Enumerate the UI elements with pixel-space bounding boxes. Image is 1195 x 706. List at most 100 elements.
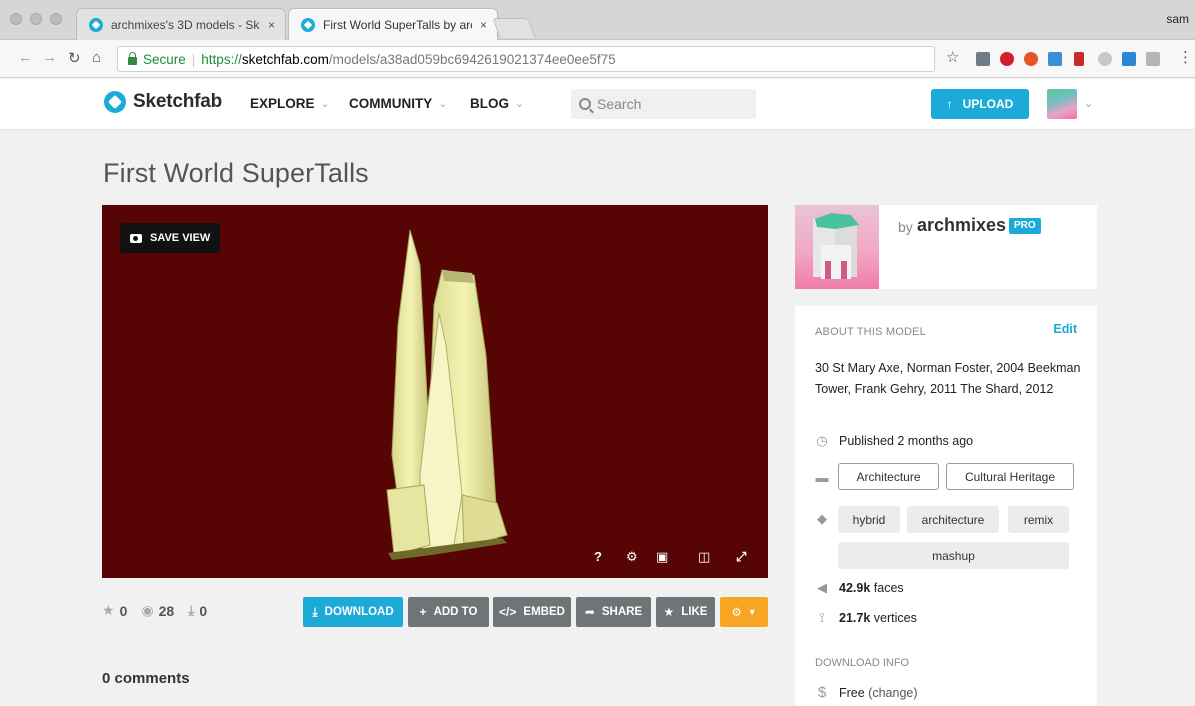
- inspector-icon[interactable]: ◫: [698, 549, 710, 565]
- user-avatar[interactable]: [1047, 89, 1077, 119]
- model-thumbnail[interactable]: [795, 205, 879, 289]
- minimize-window-button[interactable]: [30, 13, 42, 25]
- search-input[interactable]: Search: [571, 89, 756, 119]
- sketchfab-logo[interactable]: Sketchfab: [104, 91, 222, 113]
- tag-mashup[interactable]: mashup: [838, 542, 1069, 569]
- vr-headset-icon[interactable]: ▣: [656, 549, 668, 565]
- download-button[interactable]: ⤓ DOWNLOAD: [303, 597, 403, 627]
- admin-settings-button[interactable]: ⚙ ▼: [720, 597, 768, 627]
- pro-badge: PRO: [1009, 218, 1041, 234]
- lock-icon: [128, 52, 137, 65]
- forward-arrow-icon[interactable]: →: [42, 49, 57, 66]
- upload-button[interactable]: ↑ UPLOAD: [931, 89, 1029, 119]
- site-header: Sketchfab EXPLORE ⌄ COMMUNITY ⌄ BLOG ⌄ S…: [0, 79, 1195, 130]
- chevron-down-icon: ⌄: [515, 98, 525, 110]
- reload-icon[interactable]: ↻: [68, 49, 81, 67]
- back-arrow-icon[interactable]: ←: [18, 49, 33, 66]
- edit-link[interactable]: Edit: [1053, 322, 1077, 336]
- save-view-button[interactable]: SAVE VIEW: [120, 223, 221, 253]
- tag-remix[interactable]: remix: [1008, 506, 1069, 533]
- bars-extension-icon[interactable]: [1074, 52, 1084, 66]
- chrome-menu-icon[interactable]: ⋮: [1178, 48, 1193, 66]
- clock-icon: ◷: [816, 433, 828, 448]
- close-window-button[interactable]: [10, 13, 22, 25]
- vertices-row: ⟟ 21.7k vertices: [815, 610, 917, 626]
- share-arrow-icon: ➦: [584, 605, 595, 619]
- author-name-link[interactable]: archmixes: [917, 215, 1006, 236]
- camera-extension-icon[interactable]: [1146, 52, 1160, 66]
- search-placeholder: Search: [597, 96, 642, 112]
- published-row: ◷ Published 2 months ago: [815, 433, 973, 449]
- category-folder-icon: ▬: [815, 470, 829, 485]
- secure-label: Secure: [143, 51, 186, 67]
- home-icon[interactable]: ⌂: [92, 49, 101, 66]
- faces-row: ◀ 42.9k faces: [815, 580, 904, 596]
- save-view-label: SAVE VIEW: [150, 232, 211, 244]
- opera-extension-icon[interactable]: [1024, 52, 1038, 66]
- logo-text: Sketchfab: [133, 91, 223, 112]
- plus-icon: +: [419, 605, 427, 619]
- browser-profile-name[interactable]: sam: [1166, 12, 1189, 26]
- tab-close-icon[interactable]: ×: [268, 18, 275, 32]
- tag-architecture[interactable]: architecture: [907, 506, 999, 533]
- add-to-label: ADD TO: [433, 606, 478, 618]
- browser-tab-strip: archmixes's 3D models - Sketchfab × Firs…: [0, 0, 1195, 40]
- views-stat: ◉ 28: [141, 602, 174, 619]
- sketchfab-logo-icon: [104, 91, 126, 113]
- likes-count: 0: [119, 602, 128, 619]
- add-to-button[interactable]: + ADD TO: [408, 597, 489, 627]
- author-card: by archmixes PRO: [795, 205, 1097, 289]
- share-label: SHARE: [601, 606, 643, 618]
- like-button[interactable]: ★ LIKE: [656, 597, 715, 627]
- downloads-count: 0: [199, 602, 208, 619]
- browser-tab-supertalls[interactable]: First World SuperTalls by archmixes ×: [288, 8, 498, 40]
- maximize-window-button[interactable]: [50, 13, 62, 25]
- comments-count: 0 comments: [102, 670, 190, 687]
- nav-blog[interactable]: BLOG ⌄: [470, 96, 524, 111]
- new-tab-button[interactable]: [492, 18, 536, 38]
- price-row: $ Free (change): [815, 684, 918, 701]
- browser-toolbar: ← → ↻ ⌂ Secure | https://sketchfab.com/m…: [0, 40, 1195, 78]
- vertices-value: 21.7k: [839, 611, 871, 625]
- nav-community[interactable]: COMMUNITY ⌄: [349, 96, 447, 111]
- model-description: 30 St Mary Axe, Norman Foster, 2004 Beek…: [815, 361, 1081, 396]
- grey-extension-icon[interactable]: [1098, 52, 1112, 66]
- thumbnail-art: [813, 213, 859, 279]
- extension-t-icon[interactable]: [976, 52, 990, 66]
- category-cultural-heritage[interactable]: Cultural Heritage: [946, 463, 1074, 490]
- url-host: sketchfab.com: [241, 51, 329, 67]
- chevron-down-icon: ▼: [747, 607, 757, 617]
- share-button[interactable]: ➦ SHARE: [576, 597, 651, 627]
- download-info-heading: DOWNLOAD INFO: [815, 657, 910, 669]
- help-icon[interactable]: ?: [594, 549, 602, 564]
- upload-label: UPLOAD: [962, 97, 1014, 111]
- tag-label: mashup: [932, 548, 975, 563]
- tag-hybrid[interactable]: hybrid: [838, 506, 900, 533]
- settings-gear-icon[interactable]: ⚙: [626, 549, 638, 565]
- change-license-link[interactable]: (change): [868, 686, 917, 700]
- embed-button[interactable]: </> EMBED: [493, 597, 571, 627]
- nav-explore[interactable]: EXPLORE ⌄: [250, 96, 330, 111]
- image-extension-icon[interactable]: [1122, 52, 1136, 66]
- views-count: 28: [158, 602, 175, 619]
- model-render: [386, 229, 508, 560]
- about-model-card: ABOUT THIS MODEL Edit 30 St Mary Axe, No…: [795, 306, 1097, 706]
- address-bar[interactable]: Secure | https://sketchfab.com/models/a3…: [117, 46, 935, 72]
- nav-label: BLOG: [470, 96, 509, 111]
- category-architecture[interactable]: Architecture: [838, 463, 939, 490]
- tab-close-icon[interactable]: ×: [480, 18, 487, 32]
- search-icon: [579, 98, 591, 110]
- fullscreen-icon[interactable]: ⤢: [736, 549, 746, 565]
- browser-tab-archmixes-models[interactable]: archmixes's 3D models - Sketchfab ×: [76, 8, 286, 40]
- pinterest-extension-icon[interactable]: [1000, 52, 1014, 66]
- bookmark-star-icon[interactable]: ☆: [946, 48, 959, 66]
- tag-label: hybrid: [852, 512, 886, 527]
- docs-extension-icon[interactable]: [1048, 52, 1062, 66]
- 3d-model-viewer[interactable]: SAVE VIEW ? ⚙ ▣ ◫ ⤢: [102, 205, 768, 578]
- nav-label: COMMUNITY: [349, 96, 433, 111]
- dollar-icon: $: [817, 684, 827, 701]
- model-stats: ★ 0 ◉ 28 ⤓ 0: [102, 602, 221, 619]
- chevron-down-icon[interactable]: ⌄: [1084, 97, 1093, 110]
- upload-arrow-icon: ↑: [946, 97, 953, 111]
- about-heading: ABOUT THIS MODEL: [815, 326, 926, 338]
